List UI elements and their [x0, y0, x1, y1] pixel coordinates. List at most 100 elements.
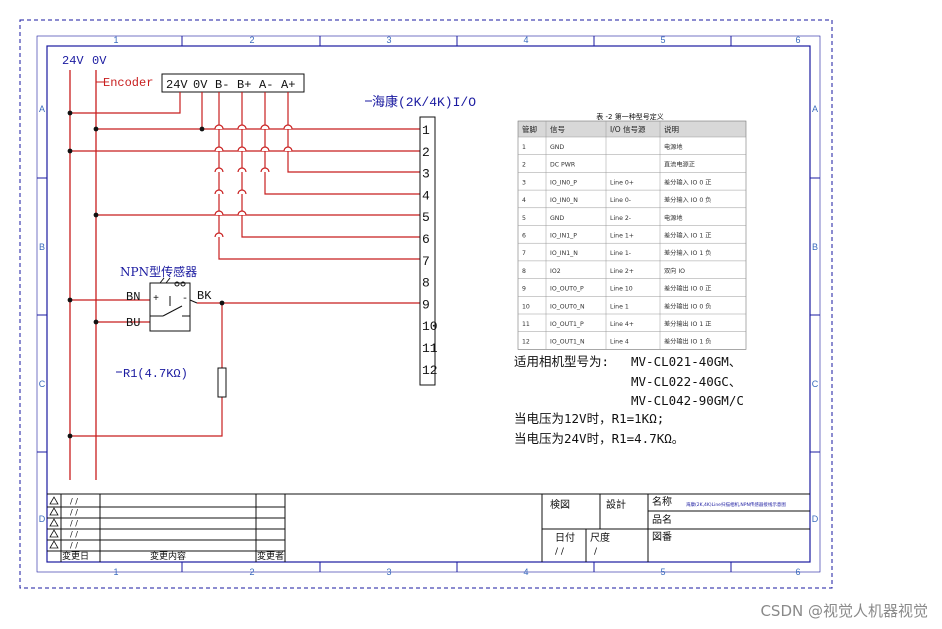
model-2: MV-CL022-40GC、 — [631, 374, 741, 389]
encoder-label: Encoder — [103, 76, 153, 90]
pin-table-cell: IO_OUT0_N — [550, 303, 585, 310]
pin-table-cell: 2 — [522, 162, 526, 169]
pin-table-cell: 7 — [522, 250, 526, 257]
zone-number: 5 — [660, 567, 665, 577]
revision-date: / / — [70, 497, 78, 506]
pin-table-cell: 10 — [522, 303, 530, 310]
io-pin-label: 8 — [422, 276, 430, 291]
note-12v: 当电压为12V时，R1=1KΩ; — [514, 411, 664, 426]
revision-triangle-icon — [49, 496, 59, 505]
encoder-wires — [70, 92, 420, 437]
io-pin-label: 11 — [422, 341, 438, 356]
pin-table-cell: GND — [550, 215, 564, 222]
encoder-pin-aplus: A+ — [281, 78, 295, 92]
changer-label: 変更者 — [257, 550, 284, 562]
rail-24v-label: 24V — [62, 54, 84, 68]
pin-table-cell: 差分输出 IO 1 正 — [664, 320, 711, 328]
zone-letter: B — [812, 242, 818, 252]
io-title: 海康(2K/4K)I/O — [372, 94, 476, 110]
encoder-pin-bminus: B- — [215, 78, 229, 92]
pin-table-cell: 双向 IO — [664, 267, 685, 275]
pin-table-title: 表 -2 第一种型号定义 — [596, 112, 663, 121]
pin-table-cell: 3 — [522, 179, 526, 186]
zone-letters-left: A B C D — [39, 104, 46, 524]
pin-table-cell: IO_IN1_N — [550, 250, 578, 257]
io-pin-label: 3 — [422, 167, 430, 182]
pin-table-cell: 差分输入 IO 1 正 — [664, 232, 711, 240]
pin-table-cell: Line 2- — [610, 215, 631, 222]
zone-letter: B — [39, 242, 45, 252]
pin-table-cell: 差分输入 IO 1 负 — [664, 249, 711, 257]
zone-number: 2 — [249, 35, 254, 45]
revision-triangle-icon — [49, 507, 59, 516]
models-prefix: 适用相机型号为: — [514, 354, 609, 369]
pin-table-cell: Line 1- — [610, 250, 631, 257]
pin-table-cell: IO_IN0_N — [550, 197, 578, 204]
pin-table-cell: 差分输入 IO 0 负 — [664, 196, 711, 204]
pin-table-cell: 差分输出 IO 0 负 — [664, 302, 711, 310]
model-1: MV-CL021-40GM、 — [631, 354, 741, 369]
zone-number: 5 — [660, 35, 665, 45]
revision-triangle-icon — [49, 540, 59, 549]
io-pin-label: 10 — [422, 319, 438, 334]
zone-letter: D — [39, 514, 46, 524]
pin-table-cell: Line 2+ — [610, 268, 634, 275]
pin-table-cell: IO_IN0_P — [550, 179, 577, 186]
revision-date: / / — [70, 519, 78, 528]
revision-date: / / — [70, 508, 78, 517]
power-rails — [69, 70, 97, 480]
zone-number: 3 — [386, 567, 391, 577]
pin-table-cell: 1 — [522, 144, 526, 151]
name-label: 名称 — [652, 495, 672, 508]
io-pin-label: 2 — [422, 145, 430, 160]
zone-number: 4 — [523, 567, 528, 577]
pin-table: 管脚 信号 I/O 信号源 说明 1 GND 电源地 2 DC PWR 直流电源正 3 IO_IN0_… — [517, 120, 747, 350]
pin-table-cell: IO_OUT1_P — [550, 321, 584, 328]
revision-date: / / — [70, 541, 78, 550]
drawing-no-label: 図番 — [652, 531, 672, 543]
pin-table-cell: GND — [550, 144, 564, 151]
pin-table-cell: 差分输出 IO 1 负 — [664, 338, 711, 346]
pin-table-cell: 差分输出 IO 0 正 — [664, 285, 711, 293]
revision-date: / / — [70, 530, 78, 539]
pin-table-header-cell: 说明 — [664, 124, 679, 134]
zone-number: 3 — [386, 35, 391, 45]
revision-triangle-icon — [49, 529, 59, 538]
io-pin-label: 9 — [422, 297, 430, 312]
drawing-canvas: 1 2 3 4 5 6 1 2 3 4 5 6 A B C D A B C D … — [19, 19, 833, 589]
date-value: / / — [555, 547, 565, 557]
pin-table-cell: Line 4+ — [610, 321, 634, 328]
io-pin-label: 12 — [422, 363, 438, 378]
zone-letter: A — [812, 104, 818, 114]
zone-letter: A — [39, 104, 45, 114]
encoder-pin-24v: 24V — [166, 78, 188, 92]
pin-table-cell: 11 — [522, 321, 530, 328]
model-3: MV-CL042-90GM/C — [631, 393, 744, 408]
pin-table-cell: 12 — [522, 339, 530, 346]
encoder-pin-bplus: B+ — [237, 78, 251, 92]
pin-table-cell: 电源地 — [664, 143, 683, 151]
zone-letter: C — [812, 379, 819, 389]
name-value: 海康(2K,4K)Line扫描相机,NPN传感器接线示意图 — [686, 501, 786, 508]
scale-value: / — [594, 547, 598, 557]
pin-table-cell: 6 — [522, 233, 526, 240]
rail-0v-label: 0V — [92, 54, 107, 68]
scale-label: 尺度 — [590, 531, 610, 544]
pin-table-cell: 4 — [522, 197, 526, 204]
pin-table-cell: 5 — [522, 215, 526, 222]
pin-table-cell: Line 0- — [610, 197, 631, 204]
sensor-bn-label: BN — [126, 290, 140, 304]
pin-table-cell: IO2 — [550, 268, 561, 275]
zone-number: 2 — [249, 567, 254, 577]
pin-table-cell: IO_OUT0_P — [550, 286, 584, 293]
sensor-title: NPN型传感器 — [120, 264, 197, 279]
revision-triangle-icon — [49, 518, 59, 527]
zone-number: 6 — [795, 35, 800, 45]
zone-number: 6 — [795, 567, 800, 577]
pin-table-header-cell: I/O 信号源 — [610, 124, 646, 134]
note-24v: 当电压为24V时，R1=4.7KΩ。 — [514, 431, 684, 446]
encoder-pin-0v: 0V — [193, 78, 208, 92]
checked-label: 検図 — [550, 498, 570, 511]
revision-rows: / / / / / / / / / / — [49, 496, 78, 550]
pin-table-cell: IO_IN1_P — [550, 233, 577, 240]
